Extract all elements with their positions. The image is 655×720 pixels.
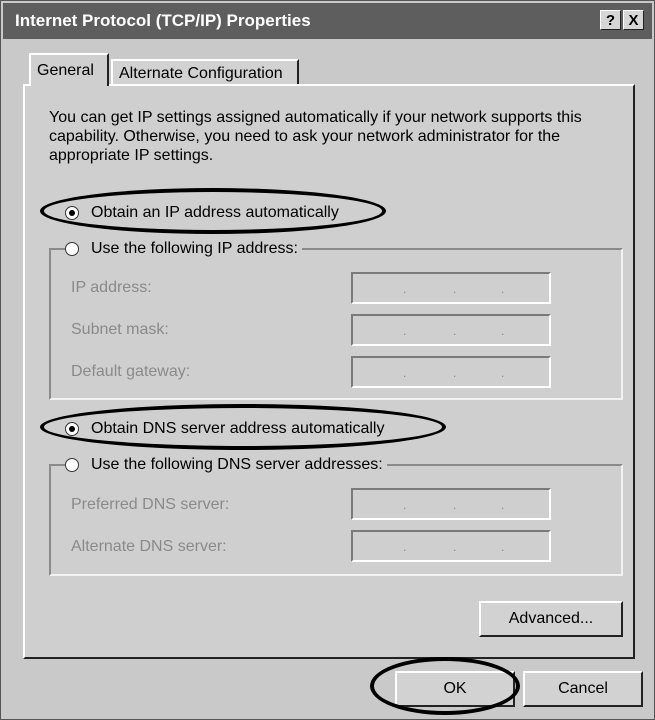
use-ip-label: Use the following IP address: <box>91 240 298 257</box>
cancel-button[interactable]: Cancel <box>523 671 643 707</box>
alternate-dns-input[interactable]: ... <box>351 530 551 562</box>
ip-address-label: IP address: <box>71 279 152 296</box>
preferred-dns-label: Preferred DNS server: <box>71 496 230 513</box>
subnet-mask-input[interactable]: ... <box>351 314 551 346</box>
use-ip-radio[interactable]: Use the following IP address: <box>65 240 302 258</box>
obtain-dns-radio-indicator <box>65 422 79 436</box>
use-dns-radio-indicator <box>65 458 79 472</box>
use-dns-label: Use the following DNS server addresses: <box>91 456 383 473</box>
ok-button[interactable]: OK <box>395 671 515 707</box>
default-gateway-input[interactable]: ... <box>351 356 551 388</box>
tab-alternate-configuration[interactable]: Alternate Configuration <box>111 59 299 86</box>
obtain-ip-label: Obtain an IP address automatically <box>91 204 339 221</box>
alternate-dns-label: Alternate DNS server: <box>71 538 227 555</box>
use-ip-radio-indicator <box>65 242 79 256</box>
tcpip-properties-dialog: Internet Protocol (TCP/IP) Properties ? … <box>0 0 655 720</box>
obtain-ip-radio-indicator <box>65 206 79 220</box>
window-title: Internet Protocol (TCP/IP) Properties <box>15 11 311 30</box>
subnet-mask-label: Subnet mask: <box>71 321 169 338</box>
use-dns-radio[interactable]: Use the following DNS server addresses: <box>65 456 387 474</box>
title-bar: Internet Protocol (TCP/IP) Properties ? … <box>3 3 652 39</box>
tab-general[interactable]: General <box>29 53 109 86</box>
general-tab-panel: You can get IP settings assigned automat… <box>23 84 635 659</box>
preferred-dns-input[interactable]: ... <box>351 488 551 520</box>
obtain-dns-label: Obtain DNS server address automatically <box>91 420 385 437</box>
advanced-button[interactable]: Advanced... <box>479 601 623 637</box>
obtain-ip-radio[interactable]: Obtain an IP address automatically <box>65 204 343 222</box>
intro-text: You can get IP settings assigned automat… <box>49 109 582 164</box>
obtain-dns-radio[interactable]: Obtain DNS server address automatically <box>65 420 389 438</box>
default-gateway-label: Default gateway: <box>71 363 191 380</box>
ip-address-input[interactable]: ... <box>351 272 551 304</box>
close-button[interactable]: X <box>623 10 644 30</box>
help-button[interactable]: ? <box>600 10 621 30</box>
